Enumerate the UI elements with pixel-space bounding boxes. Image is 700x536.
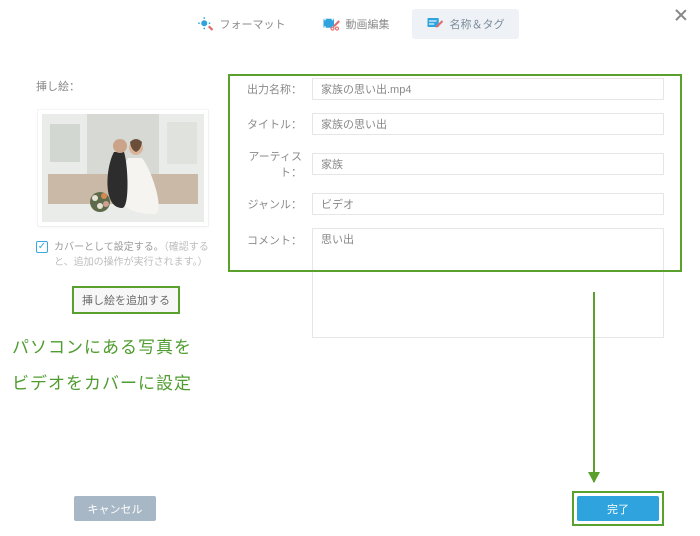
checkbox-text: カバーとして設定する。（確認すると、追加の操作が実行されます。） bbox=[54, 240, 216, 270]
tab-format[interactable]: フォーマット bbox=[182, 9, 300, 39]
check-icon: ✓ bbox=[36, 241, 48, 253]
label-title: タイトル： bbox=[236, 116, 312, 132]
tab-video-edit[interactable]: 動画編集 bbox=[308, 9, 404, 39]
close-icon[interactable] bbox=[674, 8, 688, 22]
right-column: 出力名称： タイトル： アーティスト： ジャンル： コメント： bbox=[236, 78, 664, 401]
left-column: 挿し絵： bbox=[36, 78, 236, 401]
footer: キャンセル 完了 bbox=[0, 491, 700, 526]
input-output-name[interactable] bbox=[312, 78, 664, 100]
row-genre: ジャンル： bbox=[236, 193, 664, 215]
tab-name-tag[interactable]: 名称＆タグ bbox=[412, 9, 519, 39]
label-output-name: 出力名称： bbox=[236, 81, 312, 97]
annotation-text: パソコンにある写真を ビデオをカバーに設定 bbox=[12, 330, 226, 401]
set-as-cover-checkbox[interactable]: ✓ カバーとして設定する。（確認すると、追加の操作が実行されます。） bbox=[36, 240, 216, 270]
cancel-button[interactable]: キャンセル bbox=[74, 496, 156, 521]
annotation-line-2: ビデオをカバーに設定 bbox=[12, 366, 226, 402]
film-edit-icon bbox=[322, 15, 340, 33]
top-bar: フォーマット 動画編集 bbox=[0, 0, 700, 48]
textarea-comment[interactable] bbox=[312, 228, 664, 338]
row-output-name: 出力名称： bbox=[236, 78, 664, 100]
annotation-highlight-ok: 完了 bbox=[572, 491, 664, 526]
input-genre[interactable] bbox=[312, 193, 664, 215]
annotation-line-1: パソコンにある写真を bbox=[12, 330, 226, 366]
row-comment: コメント： bbox=[236, 228, 664, 338]
row-title: タイトル： bbox=[236, 113, 664, 135]
input-title[interactable] bbox=[312, 113, 664, 135]
label-comment: コメント： bbox=[236, 228, 312, 248]
content-area: 挿し絵： bbox=[0, 48, 700, 401]
annotation-arrow bbox=[593, 292, 595, 482]
tab-strip: フォーマット 動画編集 bbox=[182, 9, 519, 39]
label-artist: アーティスト： bbox=[236, 148, 312, 180]
input-artist[interactable] bbox=[312, 153, 664, 175]
row-artist: アーティスト： bbox=[236, 148, 664, 180]
checkbox-label: カバーとして設定する。 bbox=[54, 242, 164, 253]
label-genre: ジャンル： bbox=[236, 196, 312, 212]
tab-label: 動画編集 bbox=[346, 16, 390, 32]
thumbnail-preview[interactable] bbox=[38, 110, 208, 226]
format-icon bbox=[196, 15, 214, 33]
ok-button[interactable]: 完了 bbox=[577, 496, 659, 521]
thumbnail-heading: 挿し絵： bbox=[36, 78, 226, 94]
thumbnail-image bbox=[42, 114, 204, 222]
name-tag-icon bbox=[426, 15, 444, 33]
tab-label: 名称＆タグ bbox=[450, 16, 505, 32]
add-thumbnail-button[interactable]: 挿し絵を追加する bbox=[72, 286, 180, 314]
tab-label: フォーマット bbox=[220, 16, 286, 32]
